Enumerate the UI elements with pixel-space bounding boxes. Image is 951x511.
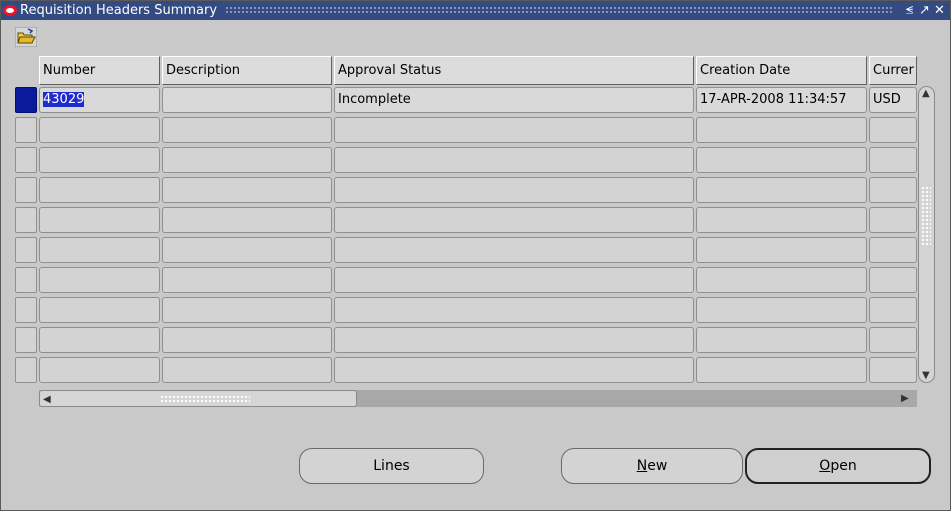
row-selector[interactable] <box>15 357 37 383</box>
cell-description[interactable] <box>162 207 332 233</box>
cell-creation-date[interactable] <box>696 357 867 383</box>
cell-currency[interactable] <box>869 297 917 323</box>
column-header-approval-status[interactable]: Approval Status <box>334 56 694 85</box>
column-header-currency[interactable]: Currer <box>869 56 917 85</box>
horizontal-scrollbar[interactable]: ◀ ▶ <box>39 390 917 407</box>
row-selector[interactable] <box>15 177 37 203</box>
cell-description[interactable] <box>162 327 332 353</box>
cell-creation-date[interactable] <box>696 147 867 173</box>
row-selector[interactable] <box>15 297 37 323</box>
maximize-icon[interactable]: ↗ <box>917 3 932 18</box>
cell-description[interactable] <box>162 87 332 113</box>
cell-approval-status[interactable]: Incomplete <box>334 87 694 113</box>
lines-button[interactable]: Lines <box>299 448 484 484</box>
cell-number[interactable] <box>39 147 160 173</box>
scroll-left-icon[interactable]: ◀ <box>43 394 51 405</box>
cell-description[interactable] <box>162 267 332 293</box>
cell-approval-status[interactable] <box>334 357 694 383</box>
scroll-right-icon[interactable]: ▶ <box>901 393 909 404</box>
cell-description[interactable] <box>162 117 332 143</box>
cell-currency[interactable]: USD <box>869 87 917 113</box>
cell-currency[interactable] <box>869 327 917 353</box>
cell-currency[interactable] <box>869 357 917 383</box>
row-selector[interactable] <box>15 237 37 263</box>
cell-creation-date[interactable] <box>696 207 867 233</box>
cell-description[interactable] <box>162 297 332 323</box>
oracle-logo-icon <box>3 5 17 16</box>
cell-currency[interactable] <box>869 147 917 173</box>
cell-description[interactable] <box>162 177 332 203</box>
close-icon[interactable]: ✕ <box>932 3 947 18</box>
row-selector[interactable] <box>15 87 37 113</box>
new-button-mnemonic: N <box>636 458 648 474</box>
cell-currency[interactable] <box>869 177 917 203</box>
cell-approval-status[interactable] <box>334 147 694 173</box>
cell-currency[interactable] <box>869 117 917 143</box>
minimize-icon[interactable]: ⪬ <box>902 3 917 18</box>
scroll-up-icon[interactable]: ▲ <box>922 89 931 99</box>
horizontal-scroll-thumb[interactable]: ◀ <box>39 390 357 407</box>
cell-approval-status[interactable] <box>334 177 694 203</box>
cell-number[interactable] <box>39 357 160 383</box>
requisition-headers-window: Requisition Headers Summary ⪬ ↗ ✕ Number… <box>0 0 951 511</box>
cell-currency[interactable] <box>869 267 917 293</box>
cell-description[interactable] <box>162 357 332 383</box>
row-selector[interactable] <box>15 147 37 173</box>
cell-description[interactable] <box>162 237 332 263</box>
vertical-scrollbar[interactable]: ▲ ▼ <box>917 86 935 383</box>
cell-approval-status[interactable] <box>334 297 694 323</box>
new-button[interactable]: New <box>561 448 743 484</box>
cell-creation-date[interactable] <box>696 267 867 293</box>
open-button-mnemonic: O <box>819 458 831 474</box>
column-header-creation-date[interactable]: Creation Date <box>696 56 867 85</box>
cell-currency[interactable] <box>869 207 917 233</box>
cell-creation-date[interactable] <box>696 237 867 263</box>
open-button[interactable]: Open <box>745 448 931 484</box>
cell-description[interactable] <box>162 147 332 173</box>
cell-creation-date[interactable] <box>696 177 867 203</box>
title-bar-grip <box>225 6 894 15</box>
horizontal-scroll-grip <box>160 395 250 404</box>
cell-number[interactable] <box>39 117 160 143</box>
cell-number[interactable] <box>39 267 160 293</box>
scroll-down-icon[interactable]: ▼ <box>922 371 931 381</box>
folder-open-icon[interactable] <box>15 27 37 47</box>
open-button-label: pen <box>830 458 857 474</box>
cell-number[interactable]: 43029 <box>39 87 160 113</box>
cell-approval-status[interactable] <box>334 327 694 353</box>
row-selector[interactable] <box>15 207 37 233</box>
column-header-number[interactable]: Number <box>39 56 160 85</box>
row-selector[interactable] <box>15 267 37 293</box>
title-bar[interactable]: Requisition Headers Summary ⪬ ↗ ✕ <box>1 1 950 20</box>
new-button-label: ew <box>647 458 668 474</box>
cell-approval-status[interactable] <box>334 207 694 233</box>
cell-approval-status[interactable] <box>334 237 694 263</box>
cell-number[interactable] <box>39 207 160 233</box>
cell-currency[interactable] <box>869 237 917 263</box>
cell-number[interactable] <box>39 297 160 323</box>
row-selector[interactable] <box>15 117 37 143</box>
cell-number[interactable] <box>39 237 160 263</box>
window-title: Requisition Headers Summary <box>20 3 218 18</box>
cell-creation-date[interactable]: 17-APR-2008 11:34:57 <box>696 87 867 113</box>
cell-approval-status[interactable] <box>334 267 694 293</box>
cell-creation-date[interactable] <box>696 297 867 323</box>
cell-approval-status[interactable] <box>334 117 694 143</box>
row-selector[interactable] <box>15 327 37 353</box>
cell-number[interactable] <box>39 327 160 353</box>
cell-creation-date[interactable] <box>696 327 867 353</box>
cell-creation-date[interactable] <box>696 117 867 143</box>
cell-number[interactable] <box>39 177 160 203</box>
column-header-description[interactable]: Description <box>162 56 332 85</box>
cell-number-value: 43029 <box>43 92 85 107</box>
vertical-scroll-grip[interactable] <box>921 186 931 246</box>
